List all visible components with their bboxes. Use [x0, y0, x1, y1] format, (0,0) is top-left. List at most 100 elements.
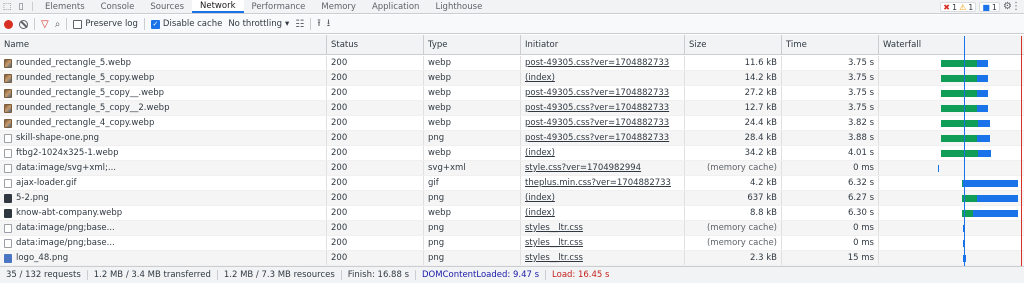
tab-lighthouse[interactable]: Lighthouse	[427, 0, 490, 13]
time-cell: 3.75 s	[782, 56, 879, 70]
table-row[interactable]: logo_48.png 200 png styles__ltr.css 2.3 kB 15…	[0, 251, 1024, 266]
request-name-cell[interactable]: rounded_rectangle_5_copy__2.webp	[0, 101, 327, 115]
table-row[interactable]: rounded_rectangle_5_copy__.webp 200 webp po…	[0, 86, 1024, 101]
record-button[interactable]	[4, 19, 13, 29]
table-row[interactable]: skill-shape-one.png 200 png post-49305.css?…	[0, 131, 1024, 146]
tab-application[interactable]: Application	[364, 0, 428, 13]
request-name-cell[interactable]: ftbg2-1024x325-1.webp	[0, 146, 327, 160]
request-name-cell[interactable]: rounded_rectangle_5.webp	[0, 56, 327, 70]
tab-memory[interactable]: Memory	[313, 0, 364, 13]
type-cell: webp	[424, 146, 521, 160]
col-name[interactable]: Name	[0, 35, 327, 54]
tab-elements[interactable]: Elements	[37, 0, 93, 13]
col-waterfall[interactable]: Waterfall	[879, 35, 1024, 54]
size-cell: (memory cache)	[685, 221, 782, 235]
preserve-log-checkbox[interactable]: Preserve log	[73, 19, 138, 29]
status-cell: 200	[327, 161, 424, 175]
table-row[interactable]: rounded_rectangle_4_copy.webp 200 webp post…	[0, 116, 1024, 131]
time-cell: 3.75 s	[782, 86, 879, 100]
time-cell: 6.30 s	[782, 206, 879, 220]
tab-console[interactable]: Console	[93, 0, 143, 13]
initiator-link[interactable]: style.css?ver=1704982994	[521, 161, 685, 175]
col-time[interactable]: Time	[782, 35, 879, 54]
time-cell: 15 ms	[782, 251, 879, 265]
time-cell: 3.82 s	[782, 116, 879, 130]
tab-sources[interactable]: Sources	[142, 0, 192, 13]
type-cell: png	[424, 251, 521, 265]
table-row[interactable]: 5-2.png 200 png (index) 637 kB 6.27 s	[0, 191, 1024, 206]
resources-size: 1.2 MB / 7.3 MB resources	[218, 270, 342, 280]
initiator-link[interactable]: (index)	[521, 146, 685, 160]
tab-performance[interactable]: Performance	[244, 0, 314, 13]
request-name-cell[interactable]: 5-2.png	[0, 191, 327, 205]
type-cell: png	[424, 236, 521, 250]
clear-button[interactable]	[19, 19, 28, 29]
initiator-link[interactable]: (index)	[521, 206, 685, 220]
table-row[interactable]: know-abt-company.webp 200 webp (index) 8.8 k…	[0, 206, 1024, 221]
table-row[interactable]: ftbg2-1024x325-1.webp 200 webp (index) 34.2 …	[0, 146, 1024, 161]
request-name-cell[interactable]: logo_48.png	[0, 251, 327, 265]
initiator-link[interactable]: post-49305.css?ver=1704882733	[521, 56, 685, 70]
size-cell: 2.3 kB	[685, 251, 782, 265]
error-badge[interactable]: ✖ 1 ⚠ 1	[940, 2, 977, 12]
import-har-icon[interactable]: ⭱	[317, 16, 321, 33]
tab-network[interactable]: Network	[192, 0, 244, 13]
initiator-link[interactable]: post-49305.css?ver=1704882733	[521, 101, 685, 115]
status-cell: 200	[327, 101, 424, 115]
initiator-link[interactable]: styles__ltr.css	[521, 236, 685, 250]
type-cell: png	[424, 221, 521, 235]
request-name-cell[interactable]: know-abt-company.webp	[0, 206, 327, 220]
request-name-cell[interactable]: rounded_rectangle_4_copy.webp	[0, 116, 327, 130]
throttling-select[interactable]: No throttling ▾	[228, 19, 289, 29]
request-name-cell[interactable]: ajax-loader.gif	[0, 176, 327, 190]
image-thumbnail-icon	[4, 73, 12, 83]
image-thumbnail-icon	[4, 58, 12, 68]
waterfall-cell	[879, 251, 1024, 265]
request-name-cell[interactable]: data:image/png;base...	[0, 221, 327, 235]
table-row[interactable]: rounded_rectangle_5_copy.webp 200 webp (ind…	[0, 71, 1024, 86]
file-icon	[4, 148, 12, 158]
table-row[interactable]: ajax-loader.gif 200 gif theplus.min.css?ver…	[0, 176, 1024, 191]
col-size[interactable]: Size	[685, 35, 782, 54]
request-name-cell[interactable]: data:image/svg+xml;...	[0, 161, 327, 175]
waterfall-download-bar	[978, 120, 990, 127]
table-row[interactable]: data:image/png;base... 200 png styles__ltr.…	[0, 236, 1024, 251]
type-cell: webp	[424, 86, 521, 100]
col-initiator[interactable]: Initiator	[521, 35, 685, 54]
device-toolbar-icon[interactable]: ▯	[14, 0, 28, 13]
inspect-element-icon[interactable]: ⬚	[0, 0, 14, 13]
request-name-cell[interactable]: rounded_rectangle_5_copy__.webp	[0, 86, 327, 100]
initiator-link[interactable]: post-49305.css?ver=1704882733	[521, 131, 685, 145]
waterfall-cell	[879, 161, 1024, 175]
col-type[interactable]: Type	[424, 35, 521, 54]
search-icon[interactable]: ⌕	[55, 19, 61, 30]
col-status[interactable]: Status	[327, 35, 424, 54]
image-thumbnail-icon	[4, 118, 12, 128]
more-options-icon[interactable]: ⋮	[1011, 1, 1021, 12]
initiator-link[interactable]: post-49305.css?ver=1704882733	[521, 86, 685, 100]
status-cell: 200	[327, 176, 424, 190]
issue-badges[interactable]: ✖ 1 ⚠ 1 ■ 1	[940, 2, 1000, 12]
initiator-link[interactable]: theplus.min.css?ver=1704882733	[521, 176, 685, 190]
request-name-cell[interactable]: data:image/png;base...	[0, 236, 327, 250]
network-conditions-icon[interactable]: ☷	[295, 19, 304, 30]
size-cell: (memory cache)	[685, 236, 782, 250]
initiator-link[interactable]: styles__ltr.css	[521, 221, 685, 235]
table-row[interactable]: rounded_rectangle_5.webp 200 webp post-4930…	[0, 56, 1024, 71]
filter-icon[interactable]: ▽	[41, 19, 49, 30]
finish-time: Finish: 16.88 s	[342, 270, 417, 280]
table-row[interactable]: data:image/png;base... 200 png styles__ltr.…	[0, 221, 1024, 236]
initiator-link[interactable]: styles__ltr.css	[521, 251, 685, 265]
table-row[interactable]: data:image/svg+xml;... 200 svg+xml style.cs…	[0, 161, 1024, 176]
disable-cache-checkbox[interactable]: ✓ Disable cache	[150, 19, 222, 29]
network-summary-bar: 35 / 132 requests 1.2 MB / 3.4 MB transf…	[0, 266, 1024, 283]
request-name-cell[interactable]: rounded_rectangle_5_copy.webp	[0, 71, 327, 85]
request-name-cell[interactable]: skill-shape-one.png	[0, 131, 327, 145]
export-har-icon[interactable]: ⭳	[327, 16, 331, 33]
info-badge[interactable]: ■ 1	[979, 2, 1000, 12]
image-thumbnail-icon	[4, 103, 12, 113]
initiator-link[interactable]: (index)	[521, 71, 685, 85]
initiator-link[interactable]: post-49305.css?ver=1704882733	[521, 116, 685, 130]
initiator-link[interactable]: (index)	[521, 191, 685, 205]
table-row[interactable]: rounded_rectangle_5_copy__2.webp 200 webp p…	[0, 101, 1024, 116]
